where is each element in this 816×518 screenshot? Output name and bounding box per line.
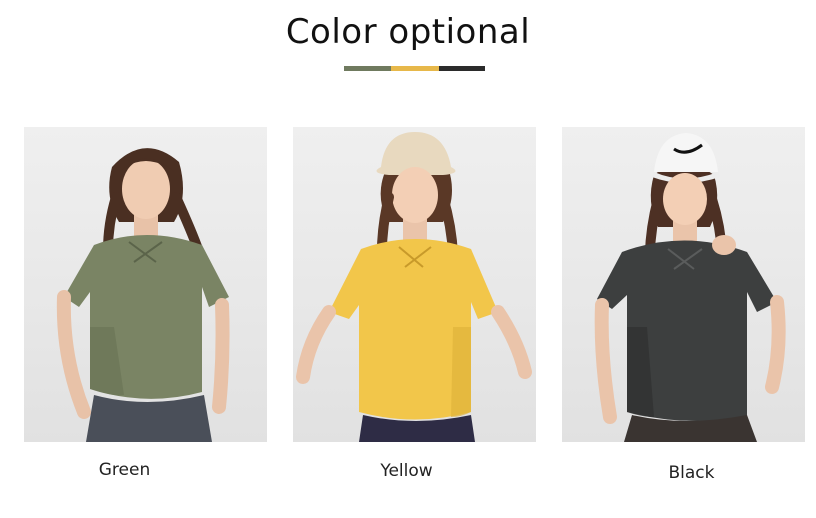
product-image-yellow[interactable] [293, 127, 536, 442]
color-label-yellow: Yellow [380, 461, 433, 481]
page-title: Color optional [285, 12, 531, 52]
model-illustration [296, 132, 532, 442]
swatch-black [439, 66, 485, 71]
color-label-green: Green [98, 460, 151, 480]
swatch-green [344, 66, 391, 71]
swatch-yellow [391, 66, 439, 71]
product-image-green[interactable] [24, 127, 267, 442]
model-illustration [56, 148, 230, 442]
color-swatch-bar [344, 66, 485, 71]
model-illustration [594, 133, 786, 442]
color-label-black: Black [668, 463, 715, 483]
product-image-black[interactable] [562, 127, 805, 442]
